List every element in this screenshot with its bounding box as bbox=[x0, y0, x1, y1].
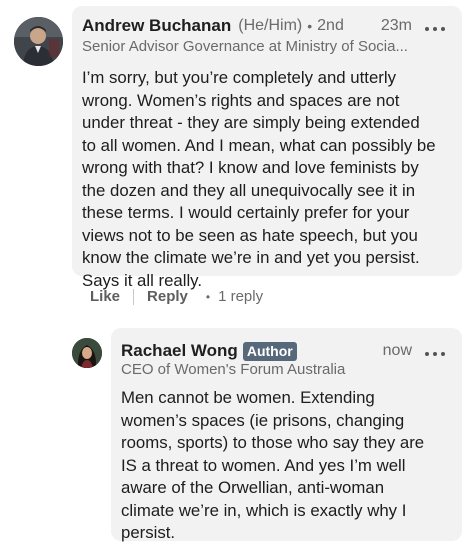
reply-bubble: Rachael Wong Author now CEO of Women's F… bbox=[111, 328, 462, 542]
comment-actions: Like Reply • 1 reply bbox=[90, 288, 263, 305]
replies-count-link[interactable]: 1 reply bbox=[218, 288, 263, 305]
profile-photo bbox=[14, 17, 63, 66]
avatar-rachael-wong[interactable] bbox=[72, 338, 102, 368]
like-button[interactable]: Like bbox=[90, 288, 120, 305]
more-horizontal-icon[interactable] bbox=[425, 25, 445, 33]
comment-body: I’m sorry, but you’re completely and utt… bbox=[82, 68, 436, 290]
reply-body: Men cannot be women. Extending women’s s… bbox=[121, 388, 425, 542]
connection-degree: 2nd bbox=[317, 17, 344, 34]
more-horizontal-icon[interactable] bbox=[425, 350, 445, 358]
profile-photo bbox=[72, 338, 102, 368]
author-name[interactable]: Andrew Buchanan bbox=[82, 16, 231, 36]
author-badge: Author bbox=[242, 341, 297, 361]
reply-timestamp: now bbox=[382, 342, 412, 359]
author-headline: CEO of Women's Forum Australia bbox=[121, 361, 346, 378]
author-headline: Senior Advisor Governance at Ministry of… bbox=[82, 38, 408, 55]
avatar-andrew-buchanan[interactable] bbox=[14, 17, 63, 66]
author-pronouns: (He/Him) bbox=[238, 17, 303, 34]
dot-separator: • bbox=[307, 18, 313, 34]
comment-author-line: Andrew Buchanan (He/Him) • 2nd bbox=[82, 16, 344, 36]
dot-separator: • bbox=[205, 289, 211, 304]
reply-button[interactable]: Reply bbox=[147, 288, 188, 305]
comment-timestamp: 23m bbox=[380, 17, 412, 34]
comment-bubble: Andrew Buchanan (He/Him) • 2nd 23m Senio… bbox=[72, 6, 462, 290]
action-divider bbox=[133, 288, 135, 305]
reply-author-line: Rachael Wong Author bbox=[121, 341, 297, 361]
author-name[interactable]: Rachael Wong bbox=[121, 341, 238, 361]
